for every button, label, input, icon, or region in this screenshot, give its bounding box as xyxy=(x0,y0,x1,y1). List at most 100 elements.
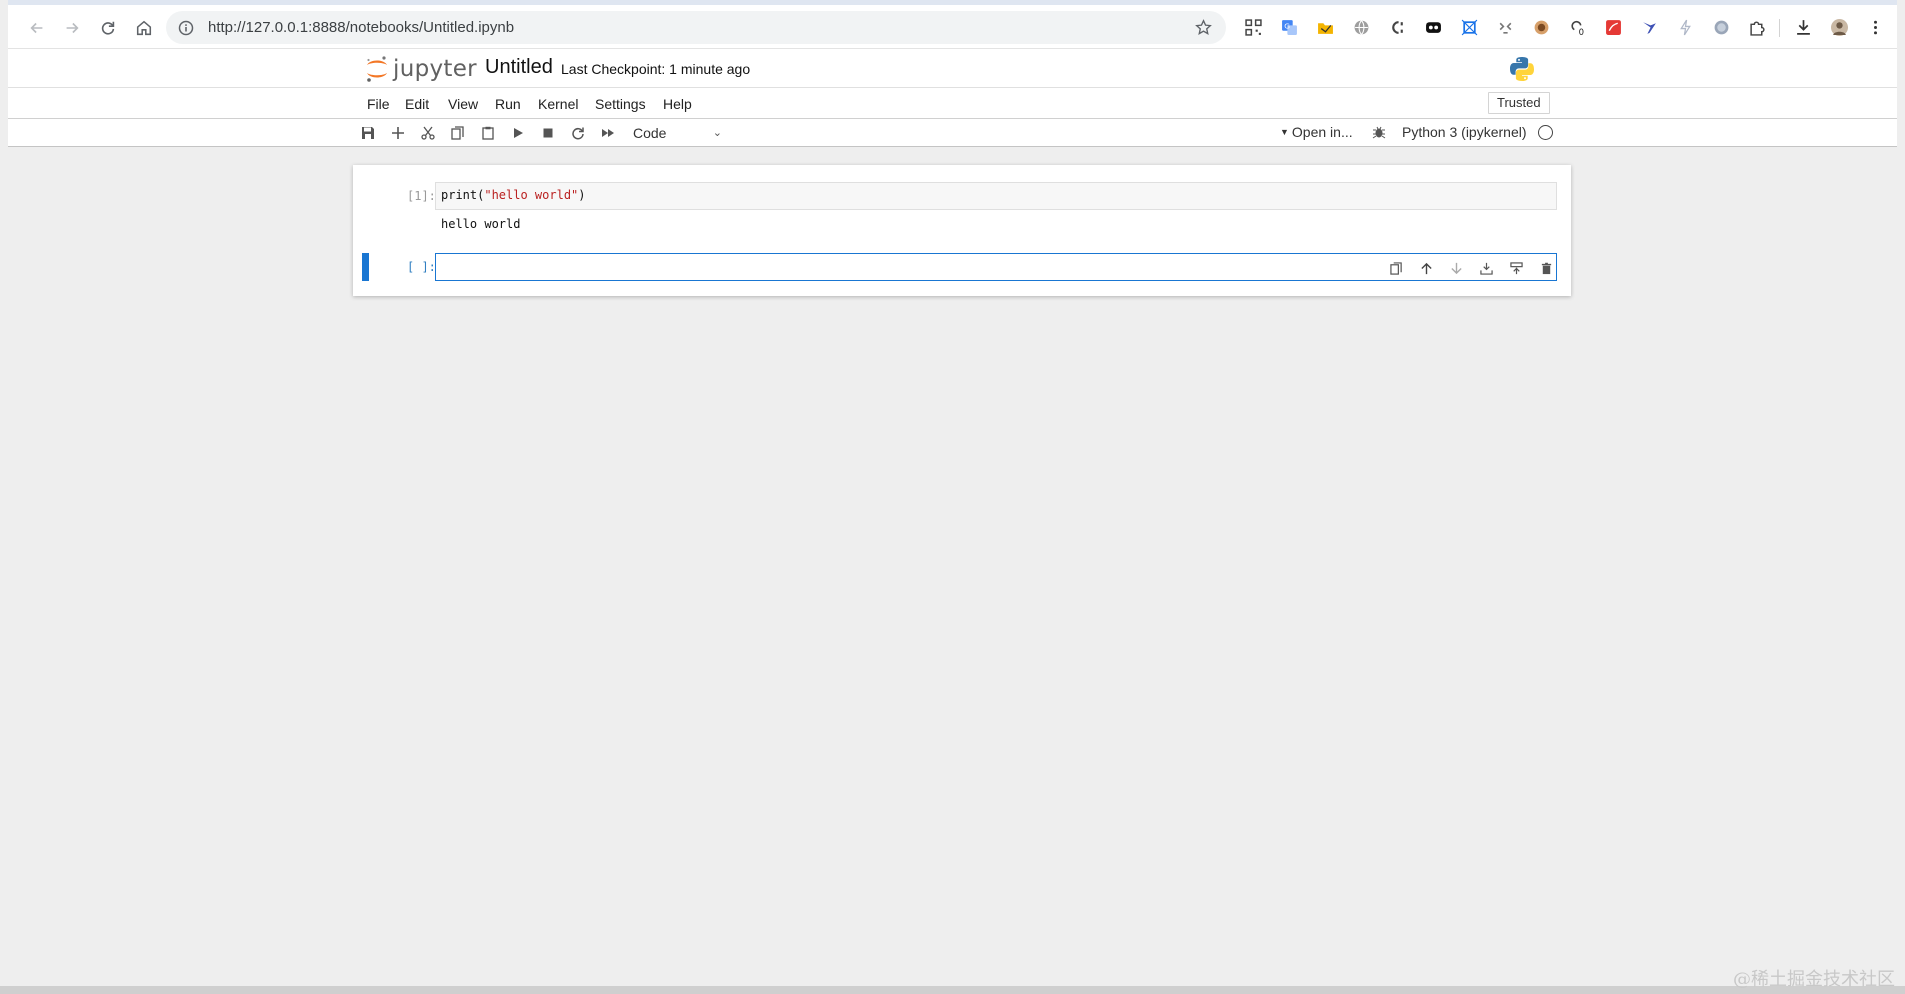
cell-type-value: Code xyxy=(633,125,667,141)
notebook-panel: [1]: print("hello world") hello world [ … xyxy=(8,147,1897,986)
interrupt-kernel-button[interactable] xyxy=(538,123,558,143)
duplicate-cell-button[interactable] xyxy=(1387,259,1405,277)
bolt-icon[interactable] xyxy=(1675,17,1695,37)
menu-bar: File Edit View Run Kernel Settings Help … xyxy=(8,87,1897,119)
taskbar-edge xyxy=(0,986,1905,994)
puzzle-icon[interactable] xyxy=(1747,17,1767,37)
bookmark-star-icon[interactable] xyxy=(1195,19,1212,36)
cell-output: hello world xyxy=(441,217,521,231)
insert-cell-above-button[interactable] xyxy=(1477,259,1495,277)
scissors-icon xyxy=(421,126,435,140)
circle-icon[interactable] xyxy=(1711,17,1731,37)
menu-help[interactable]: Help xyxy=(663,96,692,112)
insert-cell-below-button[interactable] xyxy=(1507,259,1525,277)
crop-icon[interactable] xyxy=(1459,17,1479,37)
reload-button[interactable] xyxy=(93,13,123,43)
forward-button[interactable] xyxy=(57,13,87,43)
python-logo-icon xyxy=(1510,57,1534,81)
jupyter-header: jupyter Untitled Last Checkpoint: 1 minu… xyxy=(8,49,1897,87)
save-icon xyxy=(362,127,374,139)
active-code-cell-input[interactable] xyxy=(435,253,1557,281)
arrow-left-icon xyxy=(30,22,43,34)
code-cell-input[interactable]: print("hello world") xyxy=(435,182,1557,210)
svg-text:G: G xyxy=(1284,21,1290,30)
notebook-cells: [1]: print("hello world") hello world [ … xyxy=(353,165,1571,296)
avatar[interactable] xyxy=(1829,17,1849,37)
cell-prompt: [1]: xyxy=(407,189,436,203)
cell-prompt: [ ]: xyxy=(407,260,436,274)
media-icon[interactable] xyxy=(1423,17,1443,37)
browser-toolbar: http://127.0.0.1:8888/notebooks/Untitled… xyxy=(8,0,1897,49)
toolbar-divider xyxy=(1779,19,1780,37)
bird-icon[interactable] xyxy=(1639,17,1659,37)
cloud-icon[interactable]: 0 xyxy=(1567,17,1587,37)
copy-icon xyxy=(451,126,464,140)
coffee-icon[interactable] xyxy=(1531,17,1551,37)
debugger-bug-icon[interactable] xyxy=(1372,125,1386,139)
caret-down-icon: ▼ xyxy=(1280,127,1289,137)
plus-icon xyxy=(392,127,404,139)
paste-icon xyxy=(482,126,494,140)
jupyter-logo-icon xyxy=(367,56,387,82)
save-button[interactable] xyxy=(358,123,378,143)
arrow-up-icon xyxy=(1420,262,1432,274)
url-text[interactable]: http://127.0.0.1:8888/notebooks/Untitled… xyxy=(208,19,514,36)
open-in-dropdown[interactable]: ▼ Open in... xyxy=(1280,124,1353,140)
trash-icon xyxy=(1541,262,1551,274)
info-icon[interactable] xyxy=(178,20,194,36)
delete-cell-button[interactable] xyxy=(1537,259,1555,277)
open-in-label: Open in... xyxy=(1291,124,1353,140)
restart-run-all-button[interactable] xyxy=(598,123,618,143)
insert-above-icon xyxy=(1479,262,1493,275)
play-icon xyxy=(514,128,523,138)
menu-file[interactable]: File xyxy=(367,96,390,112)
cloud-badge: 0 xyxy=(1578,27,1583,35)
address-bar[interactable]: http://127.0.0.1:8888/notebooks/Untitled… xyxy=(166,11,1226,44)
reload-icon xyxy=(101,21,115,35)
paste-cell-button[interactable] xyxy=(478,123,498,143)
back-button[interactable] xyxy=(22,13,52,43)
kernel-status-idle-icon xyxy=(1538,125,1553,140)
arrow-right-icon xyxy=(66,22,79,34)
pdf-icon[interactable] xyxy=(1603,17,1623,37)
qr-icon[interactable] xyxy=(1243,17,1263,37)
jupyter-app: jupyter Untitled Last Checkpoint: 1 minu… xyxy=(8,49,1897,986)
menu-edit[interactable]: Edit xyxy=(405,96,429,112)
jupyter-logo-text: jupyter xyxy=(393,56,477,82)
run-cell-button[interactable] xyxy=(508,123,528,143)
copy-cell-button[interactable] xyxy=(448,123,468,143)
active-cell-indicator xyxy=(362,253,369,281)
restart-kernel-button[interactable] xyxy=(568,123,588,143)
kernel-name[interactable]: Python 3 (ipykernel) xyxy=(1402,124,1527,140)
stop-icon xyxy=(543,128,553,138)
robot-icon[interactable] xyxy=(1495,17,1515,37)
home-button[interactable] xyxy=(129,13,159,43)
notebook-title[interactable]: Untitled xyxy=(485,56,553,79)
trusted-indicator[interactable]: Trusted xyxy=(1488,92,1550,114)
menu-view[interactable]: View xyxy=(448,96,478,112)
duplicate-icon xyxy=(1389,261,1402,275)
globe-icon[interactable] xyxy=(1351,17,1371,37)
notebook-toolbar: Code ⌄ ▼ Open in... Python 3 (ipykernel) xyxy=(8,119,1897,147)
move-cell-up-button[interactable] xyxy=(1417,259,1435,277)
kebab-menu-icon[interactable] xyxy=(1865,17,1885,37)
menu-run[interactable]: Run xyxy=(495,96,521,112)
download-icon[interactable] xyxy=(1793,17,1813,37)
cut-cell-button[interactable] xyxy=(418,123,438,143)
move-cell-down-button[interactable] xyxy=(1447,259,1465,277)
jupyter-logo[interactable]: jupyter xyxy=(365,54,477,84)
code-icon[interactable] xyxy=(1387,17,1407,37)
code-line: print("hello world") xyxy=(441,188,586,202)
chevron-down-icon: ⌄ xyxy=(712,127,722,139)
translate-icon[interactable]: G xyxy=(1279,17,1299,37)
menu-settings[interactable]: Settings xyxy=(595,96,646,112)
cell-type-select[interactable]: Code ⌄ xyxy=(633,123,728,143)
insert-cell-button[interactable] xyxy=(388,123,408,143)
arrow-down-icon xyxy=(1450,262,1462,274)
insert-below-icon xyxy=(1509,261,1523,274)
menu-kernel[interactable]: Kernel xyxy=(538,96,578,112)
restart-icon xyxy=(572,127,584,140)
watermark: @稀土掘金技术社区 xyxy=(1733,969,1895,990)
folder-icon[interactable] xyxy=(1315,17,1335,37)
home-icon xyxy=(136,20,152,36)
